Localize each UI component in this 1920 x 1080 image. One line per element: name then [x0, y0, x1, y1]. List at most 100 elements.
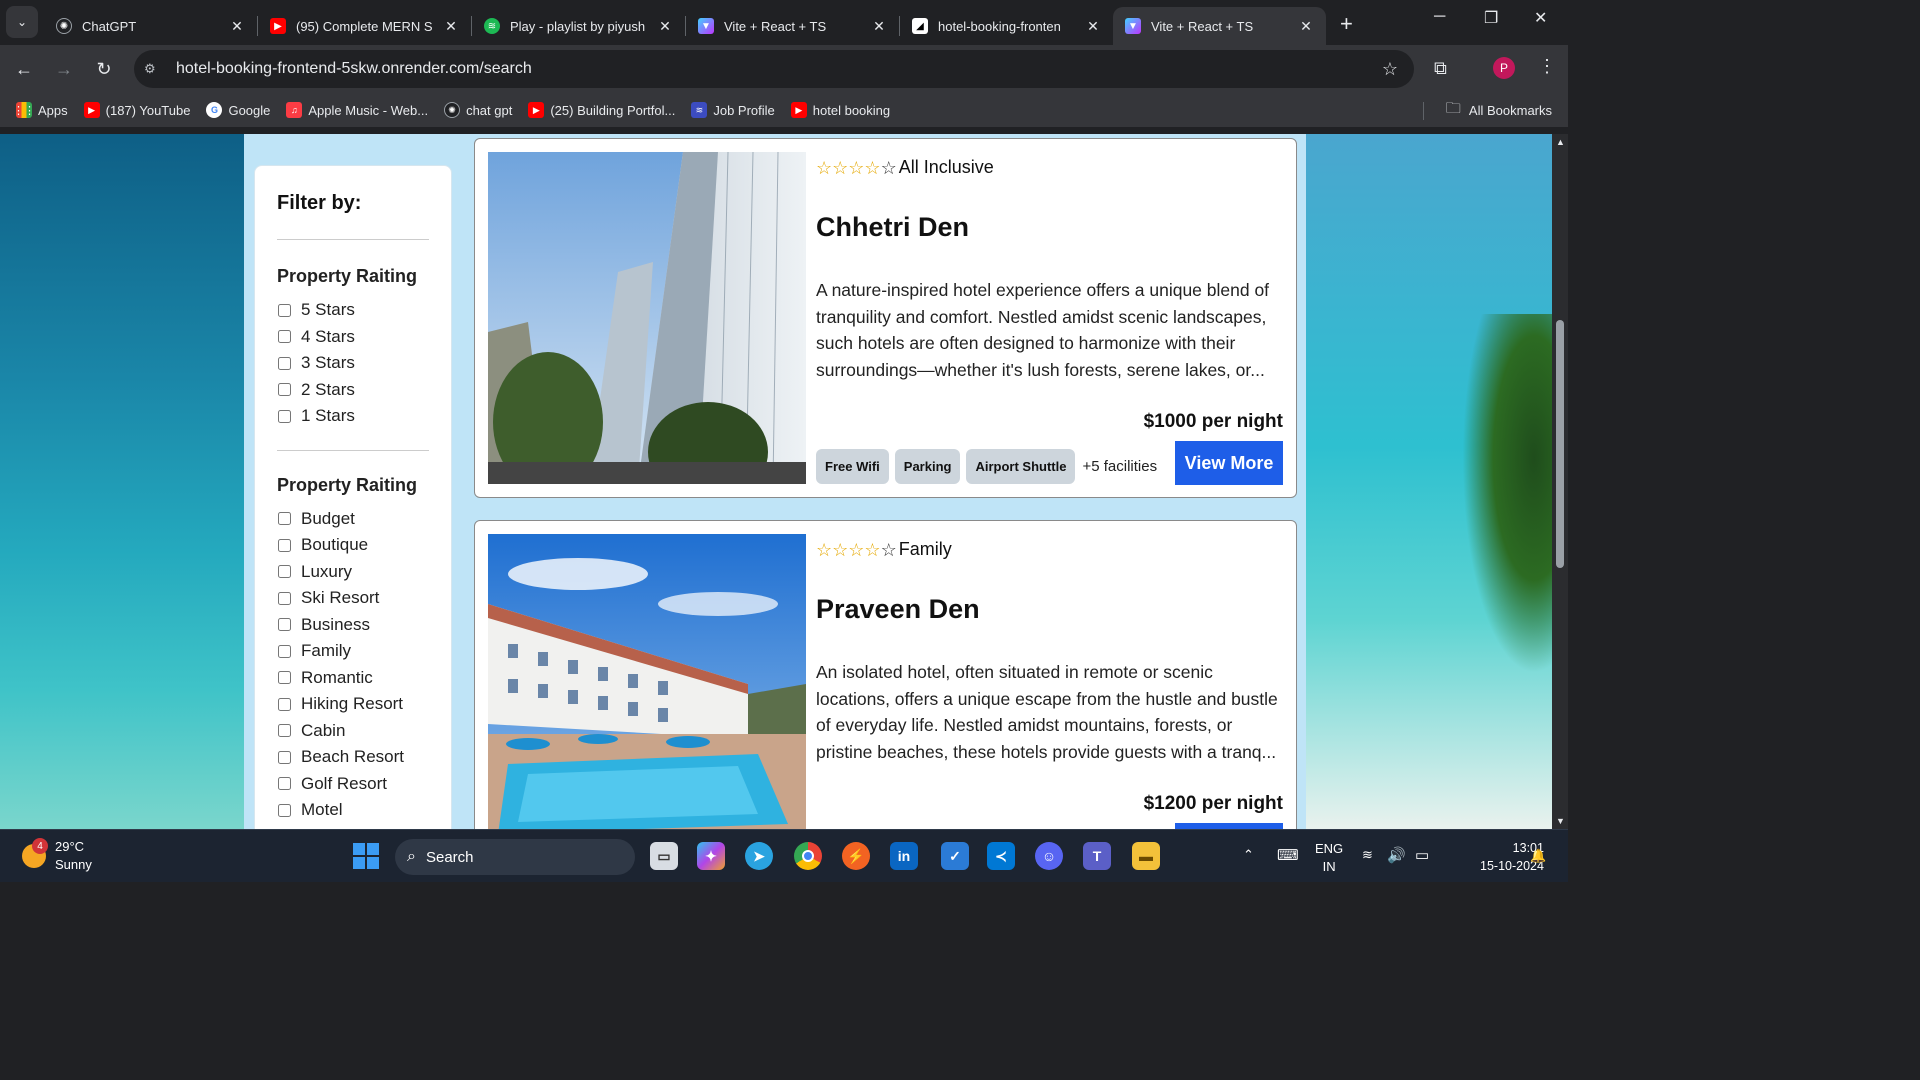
- page-scrollbar[interactable]: ▲ ▼: [1552, 134, 1568, 829]
- checkbox[interactable]: [278, 644, 291, 658]
- bookmark-google[interactable]: G Google: [206, 102, 270, 118]
- discord-icon[interactable]: ☺: [1035, 842, 1063, 870]
- checkbox[interactable]: [278, 303, 291, 317]
- filter-option-business[interactable]: Business: [277, 612, 429, 639]
- profile-avatar[interactable]: P: [1493, 57, 1515, 79]
- battery-icon[interactable]: ▭: [1415, 846, 1429, 864]
- reload-icon[interactable]: ↻: [86, 59, 122, 80]
- bookmark-star-icon[interactable]: ☆: [1382, 59, 1398, 80]
- hotel-name[interactable]: Praveen Den: [816, 594, 1283, 625]
- scroll-down-icon[interactable]: ▼: [1556, 816, 1565, 826]
- close-icon[interactable]: ✕: [1085, 18, 1101, 35]
- close-icon[interactable]: ✕: [1298, 18, 1314, 35]
- option-label: Luxury: [301, 561, 353, 581]
- file-explorer-icon[interactable]: ▬: [1132, 842, 1160, 870]
- scroll-up-icon[interactable]: ▲: [1556, 137, 1565, 147]
- linkedin-icon[interactable]: in: [890, 842, 918, 870]
- filter-option-ski-resort[interactable]: Ski Resort: [277, 585, 429, 612]
- filter-option-luxury[interactable]: Luxury: [277, 559, 429, 586]
- language-indicator[interactable]: ENG IN: [1315, 840, 1343, 876]
- checkbox[interactable]: [278, 724, 291, 738]
- minimize-icon[interactable]: ─: [1434, 8, 1445, 26]
- filter-option-5-stars[interactable]: 5 Stars: [277, 297, 429, 324]
- tab-youtube[interactable]: ▶ (95) Complete MERN S ✕: [258, 7, 471, 45]
- site-settings-icon[interactable]: ⚙: [144, 61, 164, 77]
- filter-option-motel[interactable]: Motel: [277, 797, 429, 824]
- checkbox[interactable]: [278, 777, 291, 791]
- bookmark-chat-gpt[interactable]: ✺ chat gpt: [444, 102, 512, 118]
- checkbox[interactable]: [278, 618, 291, 632]
- checkbox[interactable]: [278, 512, 291, 526]
- all-bookmarks-button[interactable]: 🗀 All Bookmarks: [1446, 98, 1552, 123]
- view-more-button[interactable]: View More: [1175, 441, 1283, 485]
- bookmark-apple-music[interactable]: ♫ Apple Music - Web...: [286, 102, 428, 118]
- checkbox[interactable]: [278, 538, 291, 552]
- volume-icon[interactable]: 🔊: [1387, 846, 1406, 864]
- vs-code-icon[interactable]: ✓: [941, 842, 969, 870]
- task-view-icon[interactable]: ▭: [650, 842, 678, 870]
- wifi-icon[interactable]: ≋: [1362, 847, 1373, 863]
- checkbox[interactable]: [278, 330, 291, 344]
- address-bar[interactable]: ⚙ hotel-booking-frontend-5skw.onrender.c…: [134, 50, 1414, 88]
- tab-spotify[interactable]: ≋ Play - playlist by piyush ✕: [472, 7, 685, 45]
- bookmark-building-portfolio[interactable]: ▶ (25) Building Portfol...: [528, 102, 675, 118]
- chrome-icon[interactable]: [794, 842, 822, 870]
- close-icon[interactable]: ✕: [871, 18, 887, 35]
- filter-option-hiking-resort[interactable]: Hiking Resort: [277, 691, 429, 718]
- bookmark-apps[interactable]: ⋮⋮ Apps: [13, 102, 68, 118]
- bookmark-job-profile[interactable]: ≋ Job Profile: [691, 102, 775, 118]
- telegram-icon[interactable]: ➤: [745, 842, 773, 870]
- copilot-icon[interactable]: ✦: [697, 842, 725, 870]
- checkbox[interactable]: [278, 356, 291, 370]
- tab-chatgpt[interactable]: ✺ ChatGPT ✕: [44, 7, 257, 45]
- keyboard-icon[interactable]: ⌨: [1277, 846, 1299, 864]
- checkbox[interactable]: [278, 409, 291, 423]
- extensions-icon[interactable]: ⧉: [1434, 58, 1447, 79]
- checkbox[interactable]: [278, 803, 291, 817]
- tab-vite-active[interactable]: ▼ Vite + React + TS ✕: [1113, 7, 1326, 45]
- star-filled-icon: ☆: [864, 157, 881, 178]
- window-close-icon[interactable]: ✕: [1534, 8, 1547, 28]
- filter-option-golf-resort[interactable]: Golf Resort: [277, 771, 429, 798]
- tab-vite[interactable]: ▼ Vite + React + TS ✕: [686, 7, 899, 45]
- checkbox[interactable]: [278, 565, 291, 579]
- checkbox[interactable]: [278, 591, 291, 605]
- checkbox[interactable]: [278, 697, 291, 711]
- tab-search-button[interactable]: ⌄: [6, 6, 38, 38]
- more-menu-icon[interactable]: ⋮: [1538, 56, 1556, 77]
- tab-render[interactable]: ◢ hotel-booking-fronten ✕: [900, 7, 1113, 45]
- close-icon[interactable]: ✕: [229, 18, 245, 35]
- filter-option-1-stars[interactable]: 1 Stars: [277, 403, 429, 430]
- filter-option-cabin[interactable]: Cabin: [277, 718, 429, 745]
- weather-widget[interactable]: 4 29°C Sunny: [22, 838, 92, 874]
- bookmark-hotel-booking[interactable]: ▶ hotel booking: [790, 102, 890, 118]
- taskbar-search[interactable]: ⌕ Search: [395, 839, 635, 875]
- show-hidden-icons[interactable]: ⌃: [1243, 847, 1254, 863]
- back-icon[interactable]: ←: [6, 59, 42, 80]
- scroll-thumb[interactable]: [1556, 320, 1564, 568]
- filter-option-2-stars[interactable]: 2 Stars: [277, 377, 429, 404]
- filter-option-boutique[interactable]: Boutique: [277, 532, 429, 559]
- restore-icon[interactable]: ❐: [1484, 8, 1498, 28]
- close-icon[interactable]: ✕: [657, 18, 673, 35]
- hotel-name[interactable]: Chhetri Den: [816, 212, 1283, 243]
- all-bookmarks-label: All Bookmarks: [1468, 102, 1552, 118]
- filter-option-romantic[interactable]: Romantic: [277, 665, 429, 692]
- teams-icon[interactable]: T: [1083, 842, 1111, 870]
- filter-option-4-stars[interactable]: 4 Stars: [277, 324, 429, 351]
- filter-option-family[interactable]: Family: [277, 638, 429, 665]
- checkbox[interactable]: [278, 383, 291, 397]
- filter-option-budget[interactable]: Budget: [277, 506, 429, 533]
- checkbox[interactable]: [278, 671, 291, 685]
- close-icon[interactable]: ✕: [443, 18, 459, 35]
- checkbox[interactable]: [278, 750, 291, 764]
- visual-studio-code-icon[interactable]: ≺: [987, 842, 1015, 870]
- start-button[interactable]: [353, 843, 379, 869]
- forward-icon[interactable]: →: [46, 59, 82, 80]
- new-tab-button[interactable]: +: [1340, 11, 1353, 37]
- filter-option-beach-resort[interactable]: Beach Resort: [277, 744, 429, 771]
- bookmark-youtube[interactable]: ▶ (187) YouTube: [83, 102, 190, 118]
- postman-icon[interactable]: ⚡: [842, 842, 870, 870]
- filter-option-3-stars[interactable]: 3 Stars: [277, 350, 429, 377]
- notifications-bell-icon[interactable]: 🔔: [1530, 848, 1546, 864]
